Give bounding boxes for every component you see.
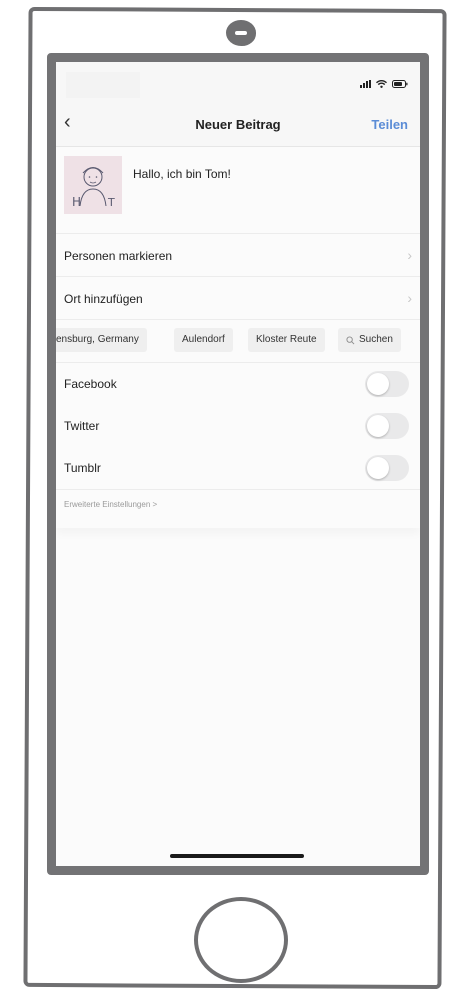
tag-people-label: Personen markieren <box>64 249 173 263</box>
add-location-label: Ort hinzufügen <box>64 292 143 306</box>
post-preview: H T Hallo, ich bin Tom! <box>56 147 420 234</box>
tumblr-toggle[interactable] <box>365 455 409 481</box>
page-title: Neuer Beitrag <box>195 117 281 132</box>
chevron-right-icon: › <box>407 290 412 306</box>
twitter-toggle[interactable] <box>365 413 409 439</box>
share-twitter-row: Twitter <box>56 405 420 447</box>
share-tumblr-label: Tumblr <box>64 461 101 475</box>
add-location-row[interactable]: Ort hinzufügen › <box>56 277 420 320</box>
wifi-icon <box>376 80 387 88</box>
location-search-label: Suchen <box>359 334 393 345</box>
navigation-bar: ‹ Neuer Beitrag Teilen <box>56 102 420 147</box>
signal-icon <box>360 80 371 88</box>
share-tumblr-row: Tumblr <box>56 447 420 489</box>
tag-people-row[interactable]: Personen markieren › <box>56 234 420 277</box>
share-twitter-label: Twitter <box>64 419 100 433</box>
status-bar-left-area <box>66 72 140 98</box>
location-chip[interactable]: ensburg, Germany <box>56 328 147 352</box>
speaker-icon <box>226 20 256 46</box>
location-suggestions: ensburg, Germany Aulendorf Kloster Reute… <box>56 320 420 363</box>
home-button[interactable] <box>194 897 288 983</box>
svg-text:T: T <box>107 196 115 209</box>
share-button[interactable]: Teilen <box>371 117 408 132</box>
svg-text:H: H <box>72 195 81 209</box>
status-icons <box>360 80 408 88</box>
share-facebook-row: Facebook <box>56 363 420 405</box>
search-icon <box>346 335 355 344</box>
location-search-chip[interactable]: Suchen <box>338 328 401 352</box>
phone-screen: ‹ Neuer Beitrag Teilen H T Hallo, ich bi… <box>56 62 420 866</box>
facebook-toggle[interactable] <box>365 371 409 397</box>
advanced-settings-link[interactable]: Erweiterte Einstellungen > <box>64 500 157 509</box>
location-chip[interactable]: Aulendorf <box>174 328 233 352</box>
status-bar <box>56 62 420 102</box>
post-thumbnail[interactable]: H T <box>64 156 122 214</box>
advanced-settings-row[interactable]: Erweiterte Einstellungen > <box>56 489 420 528</box>
home-indicator <box>170 854 304 858</box>
post-caption[interactable]: Hallo, ich bin Tom! <box>133 167 231 181</box>
location-chip[interactable]: Kloster Reute <box>248 328 325 352</box>
battery-icon <box>392 80 408 88</box>
share-facebook-label: Facebook <box>64 377 117 391</box>
chevron-right-icon: › <box>407 247 412 263</box>
